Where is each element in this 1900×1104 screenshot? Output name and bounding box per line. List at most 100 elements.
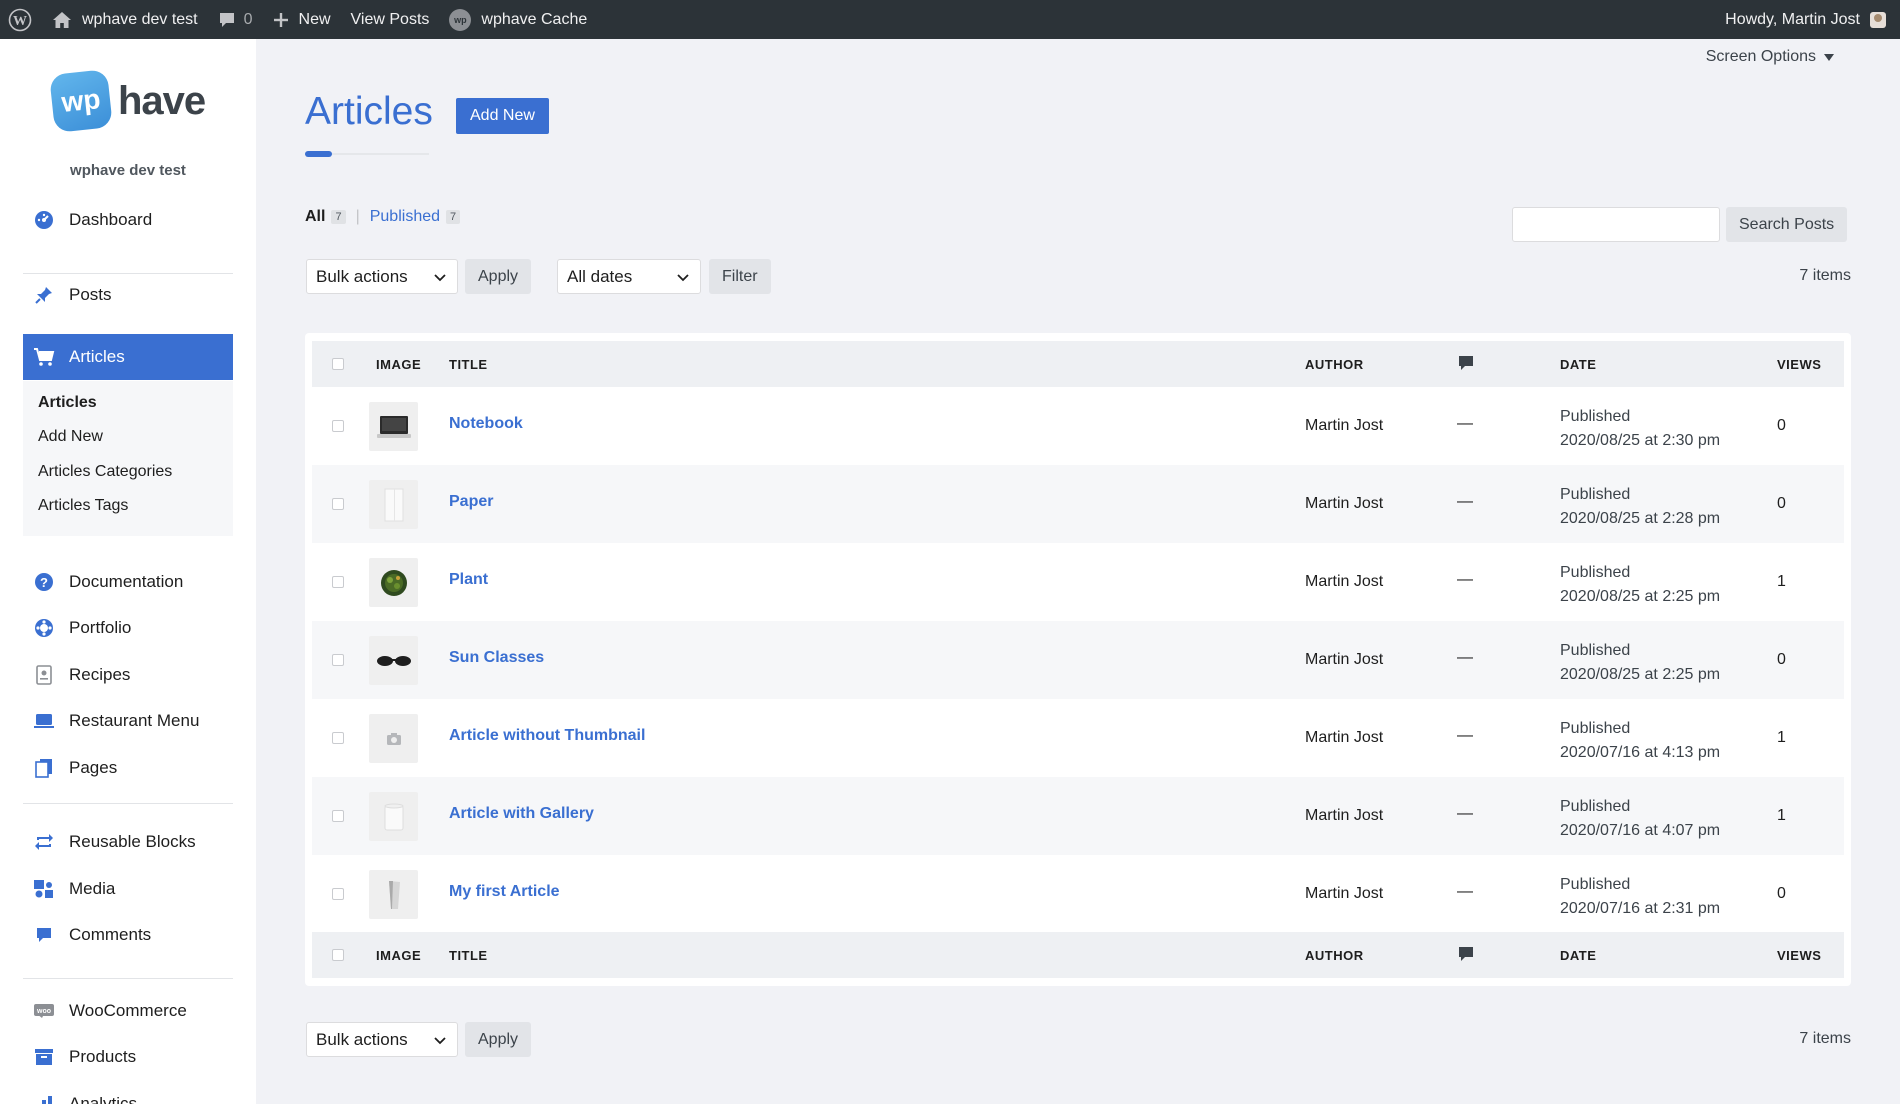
sidebar-item-documentation[interactable]: ? Documentation [23, 559, 233, 605]
row-checkbox[interactable] [332, 420, 344, 432]
article-thumbnail[interactable] [369, 480, 418, 529]
column-views: VIEWS [1777, 356, 1822, 372]
sidebar-item-recipes[interactable]: Recipes [23, 652, 233, 698]
search-input[interactable] [1512, 207, 1720, 242]
svg-text:W: W [13, 14, 27, 29]
comments-count: 0 [243, 10, 253, 28]
site-home-link[interactable]: wphave dev test [42, 0, 208, 39]
article-title-link[interactable]: Notebook [449, 415, 523, 433]
apply-button-bottom[interactable]: Apply [465, 1022, 532, 1057]
article-comments: — [1457, 493, 1473, 510]
article-title-link[interactable]: Plant [449, 571, 488, 589]
article-author[interactable]: Martin Jost [1305, 885, 1383, 903]
chevron-down-icon [433, 270, 447, 290]
search-posts-button[interactable]: Search Posts [1726, 207, 1848, 242]
sidebar-item-pages[interactable]: Pages [23, 745, 233, 791]
article-thumbnail[interactable] [369, 870, 418, 919]
article-title-link[interactable]: Sun Classes [449, 649, 544, 667]
article-author[interactable]: Martin Jost [1305, 651, 1383, 669]
column-date[interactable]: DATE [1560, 932, 1596, 978]
sidebar-item-products[interactable]: Products [23, 1034, 233, 1080]
sidebar-item-posts[interactable]: Posts [23, 272, 233, 318]
bulk-actions-select-top[interactable]: Bulk actions [306, 259, 458, 294]
column-comments[interactable] [1457, 932, 1475, 978]
wordpress-logo-icon[interactable]: W [0, 0, 42, 39]
article-thumbnail[interactable] [369, 558, 418, 607]
column-title[interactable]: TITLE [449, 341, 488, 387]
article-title-link[interactable]: Article without Thumbnail [449, 727, 645, 745]
column-date[interactable]: DATE [1560, 341, 1596, 387]
sidebar-item-label: Analytics [69, 1094, 138, 1104]
table-row: Article with Gallery Martin Jost — Publi… [312, 777, 1844, 855]
sidebar-item-woocommerce[interactable]: woo WooCommerce [23, 988, 233, 1034]
column-author: AUTHOR [1305, 947, 1364, 963]
dates-value: All dates [567, 266, 633, 286]
article-datetime: 2020/07/16 at 2:31 pm [1560, 900, 1721, 917]
select-all-checkbox[interactable] [332, 358, 344, 370]
sidebar-item-media[interactable]: Media [23, 866, 233, 912]
user-account-menu[interactable]: Howdy, Martin Jost [1715, 0, 1900, 39]
article-status: Published [1560, 642, 1631, 659]
new-label: New [298, 10, 331, 28]
filter-button[interactable]: Filter [709, 259, 771, 294]
article-title-link[interactable]: Paper [449, 493, 493, 511]
article-author[interactable]: Martin Jost [1305, 417, 1383, 435]
wphave-cache-link[interactable]: wp wphave Cache [439, 0, 597, 39]
camera-placeholder-icon[interactable] [369, 714, 418, 763]
wphave-logo[interactable]: wp have [49, 69, 206, 133]
add-new-button[interactable]: Add New [456, 98, 549, 134]
row-checkbox[interactable] [332, 576, 344, 588]
dates-filter-select[interactable]: All dates [557, 259, 701, 294]
submenu-item-articles-categories[interactable]: Articles Categories [38, 463, 172, 481]
row-checkbox[interactable] [332, 810, 344, 822]
article-author[interactable]: Martin Jost [1305, 495, 1383, 513]
apply-button-top[interactable]: Apply [465, 259, 532, 294]
comments-link[interactable]: 0 [208, 0, 263, 39]
row-checkbox[interactable] [332, 888, 344, 900]
new-content-link[interactable]: New [263, 0, 341, 39]
sidebar-item-label: Comments [69, 925, 152, 944]
filter-published-link[interactable]: Published [370, 208, 440, 226]
sidebar-item-label: Dashboard [69, 210, 153, 229]
submenu-item-add-new[interactable]: Add New [38, 428, 103, 446]
chevron-down-icon [676, 270, 690, 290]
article-title-link[interactable]: My first Article [449, 883, 560, 901]
restaurant-icon [33, 710, 55, 732]
article-thumbnail[interactable] [369, 402, 418, 451]
view-posts-link[interactable]: View Posts [341, 0, 440, 39]
article-thumbnail[interactable] [369, 636, 418, 685]
article-comments: — [1457, 649, 1473, 666]
article-status: Published [1560, 486, 1631, 503]
sidebar-item-analytics[interactable]: Analytics [23, 1081, 233, 1104]
sidebar-item-reusable-blocks[interactable]: Reusable Blocks [23, 819, 233, 865]
submenu-item-articles[interactable]: Articles [38, 394, 97, 412]
article-author[interactable]: Martin Jost [1305, 807, 1383, 825]
article-author[interactable]: Martin Jost [1305, 729, 1383, 747]
sidebar-item-portfolio[interactable]: Portfolio [23, 605, 233, 651]
column-title[interactable]: TITLE [449, 932, 488, 978]
articles-table: IMAGE TITLE AUTHOR DATE VIEWS Notebook M… [305, 333, 1851, 986]
column-comments[interactable] [1457, 341, 1475, 387]
article-author[interactable]: Martin Jost [1305, 573, 1383, 591]
row-checkbox[interactable] [332, 498, 344, 510]
bulk-actions-select-bottom[interactable]: Bulk actions [306, 1022, 458, 1057]
article-date: Published 2020/07/16 at 2:31 pm [1560, 873, 1720, 921]
logo-badge: wp [49, 69, 113, 133]
sidebar-item-articles[interactable]: Articles [23, 334, 233, 380]
article-thumbnail[interactable] [369, 792, 418, 841]
row-checkbox[interactable] [332, 732, 344, 744]
article-status: Published [1560, 408, 1631, 425]
select-all-checkbox-bottom[interactable] [332, 949, 344, 961]
help-icon: ? [33, 571, 55, 593]
articles-submenu: Articles Add New Articles Categories Art… [23, 381, 233, 536]
submenu-item-articles-tags[interactable]: Articles Tags [38, 497, 128, 515]
row-checkbox[interactable] [332, 654, 344, 666]
filter-all-link[interactable]: All [305, 208, 325, 226]
reusable-blocks-icon [33, 831, 55, 853]
sidebar-item-dashboard[interactable]: Dashboard [23, 197, 233, 243]
article-title-link[interactable]: Article with Gallery [449, 805, 594, 823]
sidebar-item-comments[interactable]: Comments [23, 912, 233, 958]
sidebar-item-label: WooCommerce [69, 1001, 187, 1020]
screen-options-button[interactable]: Screen Options [1706, 48, 1834, 66]
sidebar-item-restaurant-menu[interactable]: Restaurant Menu [23, 698, 233, 744]
